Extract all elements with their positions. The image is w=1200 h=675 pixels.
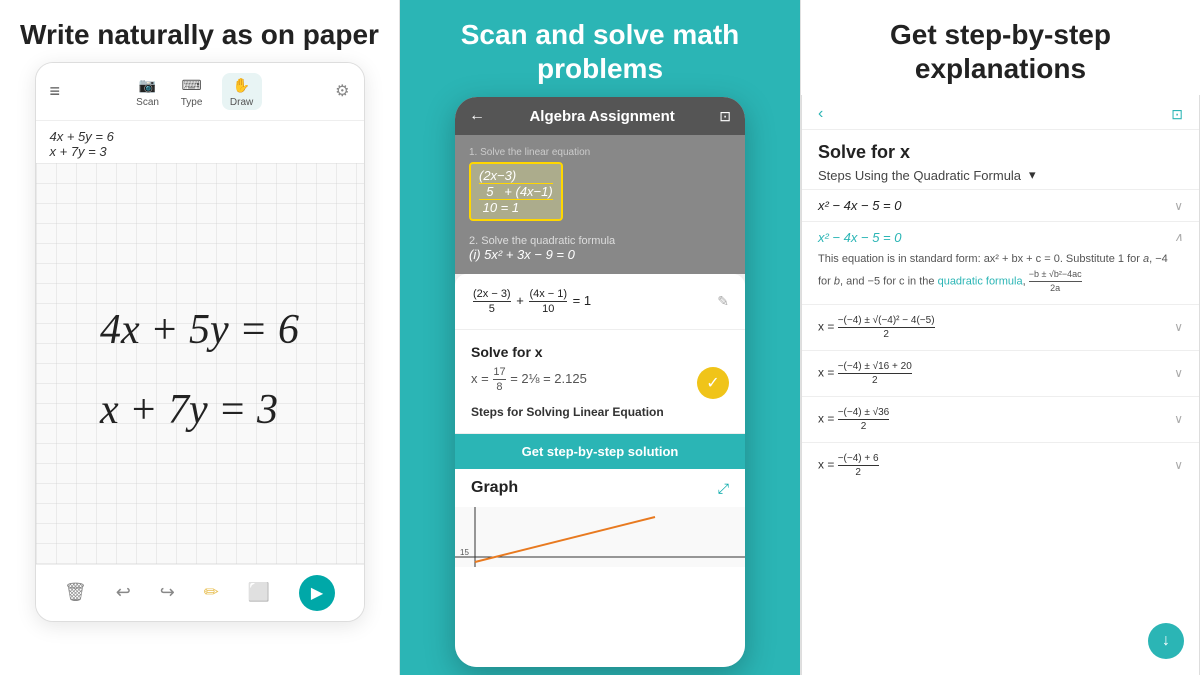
- main-container: Write naturally as on paper ≡ 📷 Scan ⌨ T…: [0, 0, 1200, 675]
- photo-area: 1. Solve the linear equation (2x−3) 5 + …: [455, 135, 745, 274]
- step-row-5[interactable]: x = −(−4) ± √36 2 ∨: [802, 396, 1199, 442]
- edit-icon[interactable]: ✎: [717, 293, 729, 310]
- phone3-top: ‹ ⊡: [802, 95, 1199, 130]
- formula-label: Steps Using the Quadratic Formula: [818, 168, 1021, 183]
- step-row-3[interactable]: x = −(−4) ± √(−4)² − 4(−5) 2 ∨: [802, 304, 1199, 350]
- step-chevron-4: ∨: [1174, 366, 1183, 380]
- phone-mockup-write: ≡ 📷 Scan ⌨ Type ✋ Draw ⚙: [35, 62, 365, 622]
- step-description: This equation is in standard form: ax² +…: [818, 251, 1183, 296]
- phone3-bookmark-icon[interactable]: ⊡: [1171, 106, 1183, 123]
- problem1-label: 1. Solve the linear equation: [469, 147, 731, 158]
- sidebar-icon[interactable]: ≡: [50, 81, 61, 102]
- phone-bottom-bar: 🗑 ↩ ↪ ✏ ⬜ ▶: [36, 564, 364, 621]
- phone-toolbar: ≡ 📷 Scan ⌨ Type ✋ Draw ⚙: [36, 63, 364, 121]
- equations-small: 4x + 5y = 6 x + 7y = 3: [36, 121, 364, 163]
- bookmark-icon[interactable]: ⊡: [719, 108, 731, 125]
- toolbar-icons: 📷 Scan ⌨ Type ✋ Draw: [134, 73, 262, 110]
- phone2-cards: (2x − 3) 5 + (4x − 1) 10 = 1 ✎: [455, 274, 745, 667]
- draw-button[interactable]: ✋ Draw: [222, 73, 262, 110]
- type-button[interactable]: ⌨ Type: [178, 75, 206, 108]
- fraction-expression: (2x − 3) 5 + (4x − 1) 10 = 1: [471, 288, 591, 315]
- col2-heading: Scan and solve math problems: [420, 18, 780, 85]
- svg-text:4x + 5y = 6: 4x + 5y = 6: [100, 307, 299, 353]
- handwriting-svg: 4x + 5y = 6 x + 7y = 3: [80, 278, 320, 448]
- frac-right: (4x − 1) 10: [529, 288, 567, 315]
- phone-mockup-scan: ← Algebra Assignment ⊡ 1. Solve the line…: [455, 97, 745, 667]
- back-button[interactable]: ←: [469, 107, 485, 125]
- step-expanded-eq-2: x² − 4x − 5 = 0 ∧: [818, 230, 1183, 245]
- fraction-display: (2x − 3) 5 + (4x − 1) 10 = 1 ✎: [471, 288, 729, 315]
- step-eq-1: x² − 4x − 5 = 0: [818, 198, 901, 213]
- phone-mockup-steps: ‹ ⊡ Solve for x Steps Using the Quadrati…: [801, 95, 1200, 675]
- expand-icon[interactable]: ⤢: [718, 480, 729, 497]
- step-chevron-6: ∨: [1174, 458, 1183, 472]
- step-chevron-1: ∨: [1174, 199, 1183, 213]
- col3-heading: Get step-by-step explanations: [821, 18, 1180, 85]
- problem2-label: 2. Solve the quadratic formula: [469, 235, 731, 247]
- collapse-chevron[interactable]: ∧: [1174, 230, 1183, 245]
- col1-write: Write naturally as on paper ≡ 📷 Scan ⌨ T…: [0, 0, 400, 675]
- graph-title: Graph: [471, 479, 518, 497]
- scroll-down-button[interactable]: ↓: [1148, 623, 1184, 659]
- solve-equation: x = 17 8 = 2⅛ = 2.125: [471, 366, 587, 393]
- step-eq-6: x = −(−4) + 6 2: [818, 453, 879, 478]
- scan-button[interactable]: 📷 Scan: [134, 75, 162, 108]
- eraser-icon[interactable]: ⬜: [248, 582, 270, 603]
- get-steps-button[interactable]: Get step-by-step solution: [455, 434, 745, 469]
- step-row-1[interactable]: x² − 4x − 5 = 0 ∨: [802, 189, 1199, 221]
- frac-left: (2x − 3) 5: [473, 288, 511, 315]
- algebra-assignment-title: Algebra Assignment: [495, 108, 709, 125]
- solve-frac: 17 8: [493, 366, 505, 393]
- fraction-card: (2x − 3) 5 + (4x − 1) 10 = 1 ✎: [455, 274, 745, 330]
- step-row-6[interactable]: x = −(−4) + 6 2 ∨: [802, 442, 1199, 488]
- solve-title: Solve for x: [471, 344, 729, 360]
- dropdown-arrow-icon[interactable]: ▾: [1029, 167, 1036, 183]
- svg-text:x + 7y = 3: x + 7y = 3: [99, 387, 278, 433]
- phone3-back-button[interactable]: ‹: [818, 105, 823, 123]
- settings-icon[interactable]: ⚙: [335, 81, 349, 101]
- draw-icon: ✋: [228, 75, 256, 97]
- col3-steps: Get step-by-step explanations ‹ ⊡ Solve …: [800, 0, 1200, 675]
- step-chevron-5: ∨: [1174, 412, 1183, 426]
- graph-svg: 15: [455, 507, 745, 567]
- col2-scan: Scan and solve math problems ← Algebra A…: [400, 0, 800, 675]
- step-eq-4: x = −(−4) ± √16 + 20 2: [818, 361, 912, 386]
- step-eq-5: x = −(−4) ± √36 2: [818, 407, 889, 432]
- handwritten-equations: 4x + 5y = 6 x + 7y = 3: [80, 278, 320, 448]
- steps-link[interactable]: Steps for Solving Linear Equation: [471, 405, 729, 419]
- solve-card: Solve for x x = 17 8 = 2⅛ = 2.125 ✓ Step…: [455, 330, 745, 434]
- step-chevron-3: ∨: [1174, 320, 1183, 334]
- pencil-icon[interactable]: ✏: [204, 582, 219, 603]
- graph-card: Graph ⤢: [455, 469, 745, 507]
- solve-header-title: Solve for x: [818, 142, 1183, 163]
- col1-heading: Write naturally as on paper: [20, 18, 379, 52]
- problem2-equation: (i) 5x² + 3x − 9 = 0: [469, 247, 731, 262]
- keyboard-icon: ⌨: [178, 75, 206, 97]
- frac2-divider: [479, 199, 553, 200]
- frac1-num: (2x−3): [479, 168, 516, 183]
- step-eq-3: x = −(−4) ± √(−4)² − 4(−5) 2: [818, 315, 935, 340]
- solve-header: Solve for x Steps Using the Quadratic Fo…: [802, 130, 1199, 189]
- formula-row: Steps Using the Quadratic Formula ▾: [818, 167, 1183, 183]
- solve-row: x = 17 8 = 2⅛ = 2.125 ✓: [471, 366, 729, 399]
- redo-icon[interactable]: ↪: [160, 582, 175, 603]
- step-row-4[interactable]: x = −(−4) ± √16 + 20 2 ∨: [802, 350, 1199, 396]
- trash-icon[interactable]: 🗑: [64, 582, 87, 603]
- col1-header: Write naturally as on paper: [0, 0, 399, 62]
- col3-inner: ‹ ⊡ Solve for x Steps Using the Quadrati…: [801, 95, 1200, 675]
- check-icon: ✓: [697, 367, 729, 399]
- col3-header: Get step-by-step explanations: [801, 0, 1200, 95]
- frac2-num: (4x−1): [516, 184, 553, 199]
- send-button[interactable]: ▶: [299, 575, 335, 611]
- undo-icon[interactable]: ↩: [116, 582, 131, 603]
- camera-icon: 📷: [134, 75, 162, 97]
- handwriting-canvas[interactable]: 4x + 5y = 6 x + 7y = 3: [36, 163, 364, 564]
- problem1-equation: (2x−3) 5 + (4x−1) 10 = 1: [469, 162, 563, 221]
- svg-text:15: 15: [460, 548, 469, 557]
- col2-header: Scan and solve math problems: [400, 0, 800, 95]
- step-expanded-2: x² − 4x − 5 = 0 ∧ This equation is in st…: [802, 221, 1199, 304]
- phone2-top-bar: ← Algebra Assignment ⊡: [455, 97, 745, 135]
- quadratic-formula-link[interactable]: quadratic formula: [938, 275, 1023, 287]
- graph-preview: 15: [455, 507, 745, 567]
